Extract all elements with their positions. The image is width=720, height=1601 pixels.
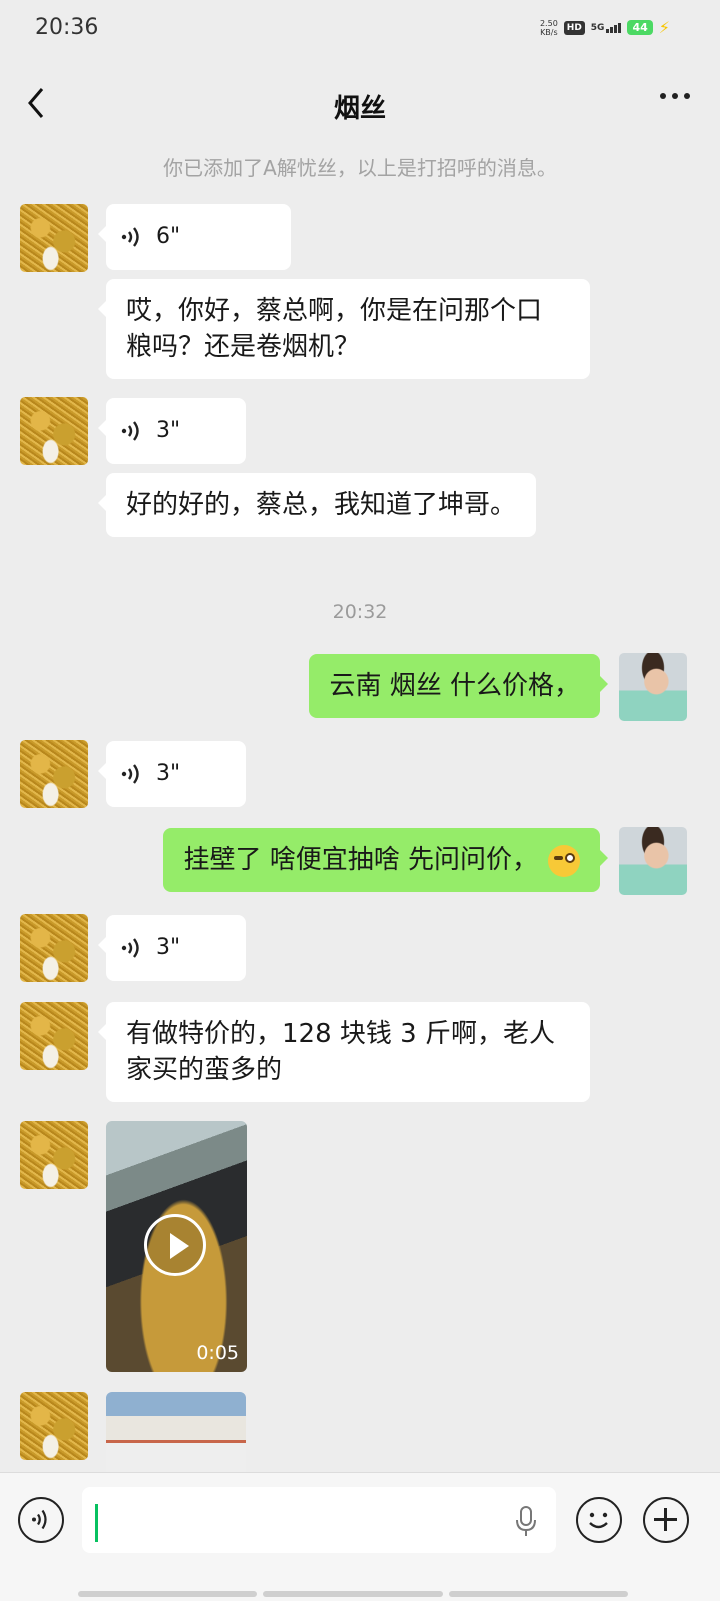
message-line: 哎，你好，蔡总啊，你是在问那个口 bbox=[126, 296, 543, 326]
voice-wave-icon bbox=[121, 421, 139, 441]
image-message[interactable] bbox=[106, 1392, 246, 1472]
more-button[interactable] bbox=[660, 93, 690, 99]
voice-message[interactable]: 3" bbox=[98, 398, 246, 464]
message-text: 好的好的，蔡总，我知道了坤哥。 bbox=[126, 490, 517, 520]
voice-toggle-button[interactable] bbox=[18, 1497, 64, 1543]
hd-badge: HD bbox=[563, 20, 585, 35]
signal-icon: 5G bbox=[590, 22, 622, 33]
network-type: 5G bbox=[590, 22, 605, 33]
contact-avatar[interactable] bbox=[20, 1121, 88, 1189]
sly-face-emoji-icon bbox=[548, 844, 580, 877]
message-text: 云南 烟丝 什么价格， bbox=[329, 671, 580, 701]
text-caret bbox=[95, 1504, 98, 1542]
message-line: 粮吗？还是卷烟机？ bbox=[126, 332, 361, 362]
network-speed: 2.50 KB/s bbox=[540, 19, 558, 37]
plus-button[interactable] bbox=[643, 1497, 689, 1543]
emoji-button[interactable] bbox=[576, 1497, 622, 1543]
status-indicators: 2.50 KB/s HD 5G 44 ⚡ bbox=[540, 18, 670, 37]
voice-message[interactable]: 6" bbox=[98, 204, 291, 270]
voice-wave-icon bbox=[121, 227, 139, 247]
my-avatar[interactable] bbox=[619, 653, 687, 721]
contact-avatar[interactable] bbox=[20, 397, 88, 465]
video-message[interactable]: 0:05 bbox=[106, 1121, 247, 1372]
voice-wave-icon bbox=[121, 764, 139, 784]
contact-avatar[interactable] bbox=[20, 914, 88, 982]
system-message: 你已添加了A解忧丝，以上是打招呼的消息。 bbox=[163, 156, 557, 180]
contact-avatar[interactable] bbox=[20, 740, 88, 808]
message-timestamp: 20:32 bbox=[332, 601, 388, 623]
voice-duration: 3" bbox=[156, 935, 181, 960]
sent-text-message[interactable]: 挂壁了 啥便宜抽啥 先问问价， bbox=[163, 828, 608, 892]
chat-title: 烟丝 bbox=[333, 94, 386, 124]
play-icon[interactable] bbox=[144, 1214, 206, 1276]
message-line: 家买的蛮多的 bbox=[126, 1055, 283, 1085]
contact-avatar[interactable] bbox=[20, 1392, 88, 1460]
input-bar bbox=[0, 1472, 720, 1601]
voice-duration: 6" bbox=[156, 224, 181, 249]
voice-toggle-icon bbox=[32, 1509, 47, 1530]
contact-avatar[interactable] bbox=[20, 1002, 88, 1070]
message-line: 有做特价的，128 块钱 3 斤啊，老人 bbox=[126, 1019, 555, 1049]
battery-indicator: 44 bbox=[627, 20, 653, 35]
bolt-icon: ⚡ bbox=[658, 18, 670, 37]
network-speed-unit: KB/s bbox=[540, 27, 558, 37]
voice-duration: 3" bbox=[156, 761, 181, 786]
more-dots-icon bbox=[660, 93, 666, 99]
my-avatar[interactable] bbox=[619, 827, 687, 895]
message-text: 挂壁了 啥便宜抽啥 先问问价， bbox=[183, 845, 538, 875]
microphone-icon[interactable] bbox=[513, 1505, 539, 1539]
emoji-icon bbox=[589, 1512, 608, 1529]
network-speed-value: 2.50 bbox=[539, 18, 558, 28]
voice-message[interactable]: 3" bbox=[98, 915, 246, 981]
voice-wave-icon bbox=[121, 938, 139, 958]
chat-header: 烟丝 bbox=[0, 58, 720, 148]
contact-avatar[interactable] bbox=[20, 204, 88, 272]
text-message[interactable]: 哎，你好，蔡总啊，你是在问那个口 粮吗？还是卷烟机？ bbox=[98, 279, 590, 379]
video-duration: 0:05 bbox=[196, 1342, 239, 1364]
text-message[interactable]: 好的好的，蔡总，我知道了坤哥。 bbox=[97, 473, 537, 537]
sent-text-message[interactable]: 云南 烟丝 什么价格， bbox=[309, 654, 608, 718]
status-bar: 20:36 2.50 KB/s HD 5G 44 ⚡ bbox=[0, 0, 720, 58]
text-message[interactable]: 有做特价的，128 块钱 3 斤啊，老人 家买的蛮多的 bbox=[98, 1002, 590, 1102]
status-time: 20:36 bbox=[35, 15, 99, 40]
voice-duration: 3" bbox=[156, 418, 181, 443]
voice-message[interactable]: 3" bbox=[98, 741, 246, 807]
message-input[interactable] bbox=[82, 1487, 556, 1553]
gesture-bar bbox=[78, 1591, 628, 1597]
